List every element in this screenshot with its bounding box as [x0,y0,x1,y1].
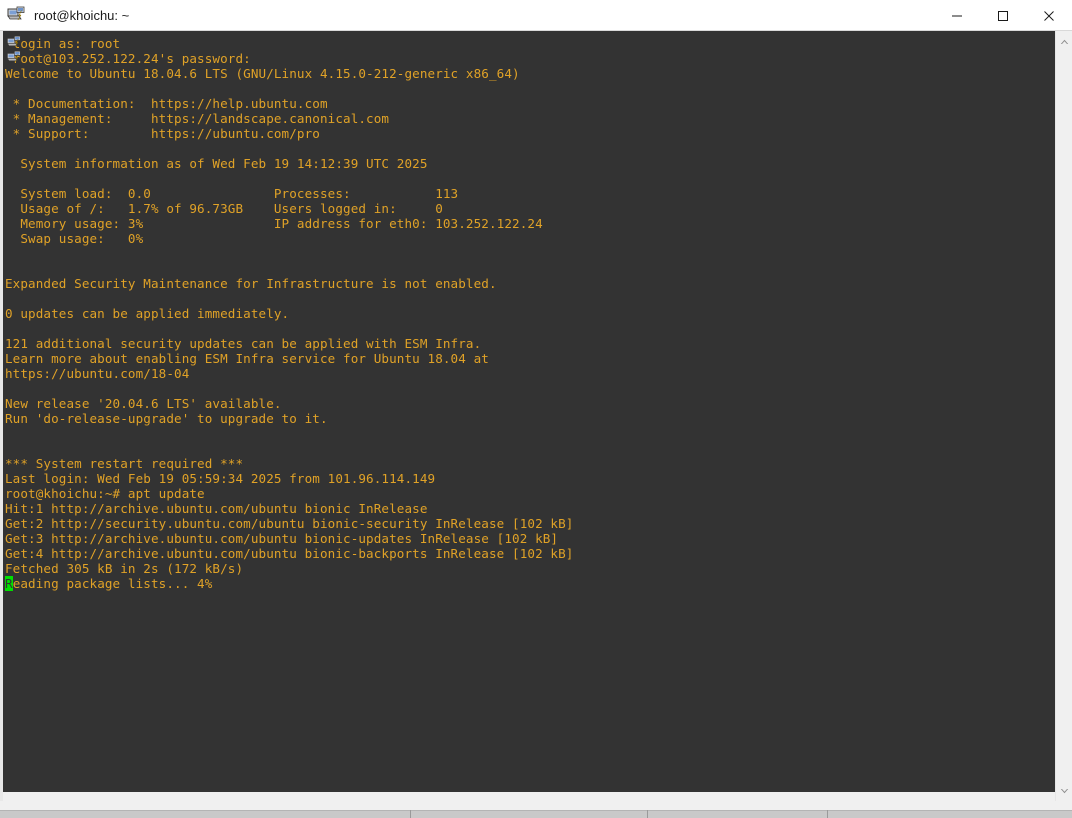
putty-icon [6,35,22,50]
terminal-line: Usage of /: 1.7% of 96.73GB Users logged… [5,201,443,216]
putty-icon [6,50,22,65]
terminal-cursor-line-text: eading package lists... 4% [12,576,213,591]
putty-terminal-window: root@khoichu: ~ login as: root root@103.… [0,0,1072,810]
terminal-line: login as: root [5,36,121,51]
terminal-line: * Documentation: https://help.ubuntu.com [5,96,328,111]
terminal-line: Get:2 http://security.ubuntu.com/ubuntu … [5,516,574,531]
terminal-line: Run 'do-release-upgrade' to upgrade to i… [5,411,328,426]
terminal-line: System load: 0.0 Processes: 113 [5,186,459,201]
vertical-scrollbar[interactable] [1055,31,1072,801]
taskbar-divider [410,810,411,818]
terminal-line: Learn more about enabling ESM Infra serv… [5,351,489,366]
terminal-line-with-cursor: Reading package lists... 4% [5,576,1055,591]
scroll-up-arrow[interactable] [1056,33,1072,50]
window-title: root@khoichu: ~ [34,7,130,23]
terminal-cursor: R [5,576,13,591]
window-controls [934,0,1072,30]
title-bar-left: root@khoichu: ~ [0,0,934,30]
taskbar-divider [647,810,648,818]
terminal-line: Get:4 http://archive.ubuntu.com/ubuntu b… [5,546,574,561]
terminal-line: 0 updates can be applied immediately. [5,306,290,321]
terminal-body: login as: root root@103.252.122.24's pas… [0,31,1072,810]
terminal-output[interactable]: login as: root root@103.252.122.24's pas… [3,31,1055,591]
terminal-line: root@khoichu:~# apt update [5,486,205,501]
terminal-line: Fetched 305 kB in 2s (172 kB/s) [5,561,244,576]
horizontal-scrollbar[interactable] [3,792,1055,801]
terminal-line: Hit:1 http://archive.ubuntu.com/ubuntu b… [5,501,428,516]
terminal-screen-frame[interactable]: login as: root root@103.252.122.24's pas… [0,31,1055,801]
terminal-line: * Management: https://landscape.canonica… [5,111,390,126]
terminal-line: Last login: Wed Feb 19 05:59:34 2025 fro… [5,471,436,486]
desktop-taskbar-edge [0,810,1072,818]
terminal-line: Memory usage: 3% IP address for eth0: 10… [5,216,543,231]
terminal-line: New release '20.04.6 LTS' available. [5,396,282,411]
putty-icon [7,6,25,24]
terminal-line: Welcome to Ubuntu 18.04.6 LTS (GNU/Linux… [5,66,520,81]
scroll-down-arrow[interactable] [1056,782,1072,799]
title-bar: root@khoichu: ~ [0,0,1072,31]
terminal-line: Swap usage: 0% [5,231,144,246]
terminal-line: System information as of Wed Feb 19 14:1… [5,156,428,171]
close-button[interactable] [1026,0,1072,31]
terminal-line: 121 additional security updates can be a… [5,336,482,351]
terminal-line: Get:3 http://archive.ubuntu.com/ubuntu b… [5,531,559,546]
terminal-line: https://ubuntu.com/18-04 [5,366,190,381]
terminal-line: * Support: https://ubuntu.com/pro [5,126,320,141]
taskbar-divider [827,810,828,818]
terminal-line: root@103.252.122.24's password: [5,51,251,66]
terminal-line: Expanded Security Maintenance for Infras… [5,276,497,291]
maximize-button[interactable] [980,0,1026,31]
terminal-line: *** System restart required *** [5,456,244,471]
minimize-button[interactable] [934,0,980,31]
